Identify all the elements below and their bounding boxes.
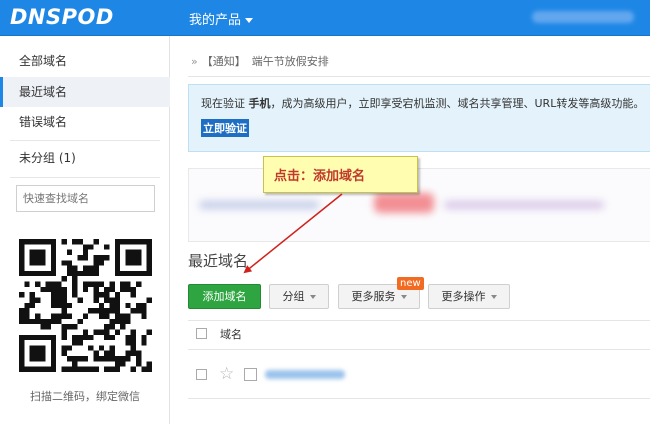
sidebar-item-ungrouped[interactable]: 未分组 (1) <box>0 143 170 173</box>
notice-text[interactable]: 端午节放假安排 <box>252 55 329 68</box>
notice-raquo: » <box>191 55 198 68</box>
verify-prefix: 现在验证 <box>201 97 245 110</box>
divider <box>188 349 650 350</box>
domain-name-blurred[interactable] <box>265 370 345 379</box>
user-account-blurred[interactable] <box>532 11 634 23</box>
instruction-callout: 点击：添加域名 <box>263 156 418 193</box>
divider <box>188 320 650 321</box>
more-actions-button[interactable]: 更多操作 <box>428 284 510 309</box>
sidebar-divider <box>10 177 160 178</box>
row-checkbox[interactable] <box>196 369 207 380</box>
promo-banner[interactable] <box>188 168 650 242</box>
select-all-checkbox[interactable] <box>196 328 207 339</box>
notice-tag: 【通知】 <box>201 55 246 68</box>
sidebar-item-recent-domains[interactable]: 最近域名 <box>0 77 170 107</box>
group-label: 分组 <box>282 290 305 303</box>
divider <box>188 398 650 399</box>
verify-phone-alert: 现在验证 手机，成为高级用户，立即享受宕机监测、域名共享管理、URL转发等高级功… <box>188 84 650 152</box>
caret-down-icon <box>245 18 254 23</box>
my-products-label: 我的产品 <box>189 13 242 28</box>
qr-caption: 扫描二维码，绑定微信 <box>30 390 140 403</box>
row-status-box[interactable] <box>244 368 257 381</box>
verify-now-link[interactable]: 立即验证 <box>201 119 249 137</box>
more-actions-label: 更多操作 <box>441 290 486 303</box>
caret-down-icon <box>490 295 497 299</box>
notice-bar[interactable]: » 【通知】 端午节放假安排 <box>191 53 329 69</box>
sidebar-divider <box>10 140 160 141</box>
caret-down-icon <box>400 295 407 299</box>
banner-blurred-content <box>199 193 639 215</box>
more-services-label: 更多服务 <box>351 290 396 303</box>
domain-search-input[interactable] <box>16 185 155 212</box>
verify-message: 现在验证 手机，成为高级用户，立即享受宕机监测、域名共享管理、URL转发等高级功… <box>201 95 644 111</box>
wechat-qr-code <box>19 239 152 372</box>
add-domain-button[interactable]: 添加域名 <box>188 284 261 309</box>
sidebar-item-all-domains[interactable]: 全部域名 <box>0 46 170 76</box>
sidebar-item-error-domains[interactable]: 错误域名 <box>0 107 170 137</box>
new-badge: new <box>397 277 424 290</box>
divider <box>188 76 650 77</box>
my-products-menu[interactable]: 我的产品 <box>189 9 254 28</box>
star-icon[interactable]: ☆ <box>219 364 234 384</box>
caret-down-icon <box>309 295 316 299</box>
top-navbar: DNSPOD 我的产品 <box>0 0 650 36</box>
group-dropdown-button[interactable]: 分组 <box>269 284 329 309</box>
column-header-domain[interactable]: 域名 <box>220 326 242 342</box>
verify-highlight: 手机 <box>248 97 271 110</box>
verify-suffix: ，成为高级用户，立即享受宕机监测、域名共享管理、URL转发等高级功能。 <box>270 97 645 110</box>
section-title: 最近域名 <box>188 252 249 270</box>
dnspod-logo[interactable]: DNSPOD <box>10 5 114 29</box>
sidebar: 全部域名 最近域名 错误域名 未分组 (1) 扫描二维码，绑定微信 <box>0 36 170 424</box>
